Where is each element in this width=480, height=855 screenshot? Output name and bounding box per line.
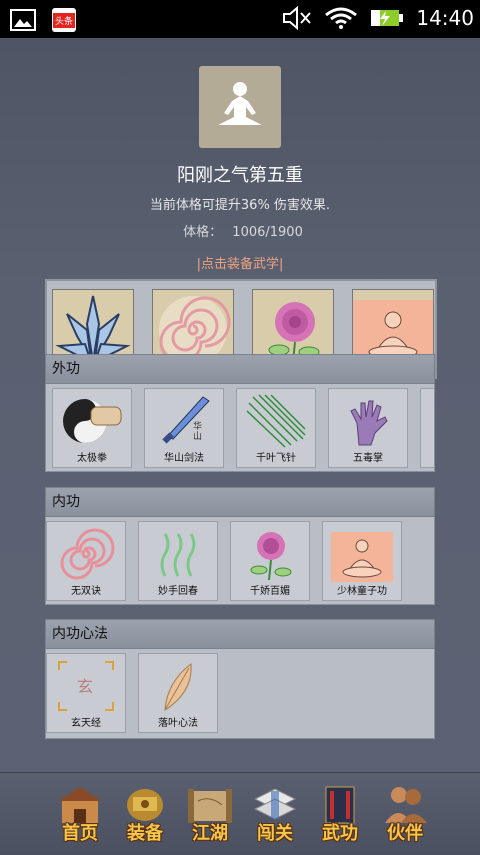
skill-card-qianjiao[interactable]: 千娇百媚 <box>230 521 310 601</box>
svg-text:山: 山 <box>193 431 202 442</box>
sword-icon: 华山 <box>162 396 210 444</box>
cultivation-title: 阳刚之气第五重 <box>177 165 303 186</box>
skill-label: 太极拳 <box>77 453 107 464</box>
taiji-fist-icon <box>63 399 122 443</box>
nav-jianghu[interactable]: 江湖 <box>182 779 238 849</box>
nav-label: 闯关 <box>257 823 293 844</box>
cultivation-description: 当前体格可提升36% 伤害效果. <box>149 198 331 213</box>
section-internal-arts: 内功 无双诀 妙手回春 千娇百媚 少林童子功 <box>45 487 435 605</box>
leaf-icon <box>164 663 192 711</box>
meditating-figure-icon <box>218 82 262 125</box>
healing-waves-icon <box>160 533 196 577</box>
skill-label: 华山剑法 <box>164 453 204 464</box>
nav-home[interactable]: 首页 <box>52 779 108 849</box>
spiral-icon <box>60 528 115 580</box>
rose-icon <box>250 532 292 581</box>
clock: 14:40 <box>416 6 474 30</box>
xuan-scroll-icon: 玄 <box>58 661 114 711</box>
skill-label: 少林童子功 <box>337 586 387 597</box>
battery-charging-icon <box>371 10 404 26</box>
section-header: 外功 <box>45 354 435 384</box>
nav-label: 江湖 <box>192 823 228 844</box>
nav-equipment[interactable]: 装备 <box>117 779 173 849</box>
skill-label: 落叶心法 <box>158 718 198 729</box>
constitution-stat: 体格： 1006/1900 <box>0 221 480 240</box>
news-badge: 头条 <box>52 12 75 28</box>
skill-card-huashan-sword[interactable]: 华山 华山剑法 <box>144 388 224 468</box>
skill-label: 千娇百媚 <box>250 586 290 597</box>
skill-card-luoye[interactable]: 落叶心法 <box>138 653 218 733</box>
nav-wugong[interactable]: 武功 <box>312 779 368 849</box>
equip-martial-arts-link[interactable]: |点击装备武学| <box>0 253 480 272</box>
section-body: 无双诀 妙手回春 千娇百媚 少林童子功 <box>45 517 435 605</box>
svg-text:华: 华 <box>193 420 202 432</box>
status-bar: 头条 14:40 <box>0 0 480 38</box>
nav-label: 装备 <box>127 823 163 844</box>
skill-label: 玄天经 <box>71 718 101 729</box>
skill-label: 无双诀 <box>71 586 101 597</box>
skill-card-miaoshou[interactable]: 妙手回春 <box>138 521 218 601</box>
section-mind-methods: 内功心法 玄 玄天经 落叶心法 <box>45 619 435 739</box>
wugong-screen: 阳刚之气第五重 当前体格可提升36% 伤害效果. 体格： 1006/1900 |… <box>0 38 480 855</box>
skill-card-taiji-fist[interactable]: 太极拳 <box>52 388 132 468</box>
poison-palm-icon <box>350 400 388 446</box>
meditating-monk-icon <box>331 532 393 582</box>
section-external-arts: 外功 太极拳 华山 华山剑法 千叶飞针 五毒掌 <box>45 354 435 472</box>
nav-partners[interactable]: 伙伴 <box>377 779 433 849</box>
skill-card-partial[interactable] <box>420 388 434 468</box>
bottom-nav: 首页 装备 江湖 闯关 武功 伙伴 <box>0 772 480 855</box>
skill-card-xuantian[interactable]: 玄 玄天经 <box>46 653 126 733</box>
needles-icon <box>246 394 306 448</box>
gallery-icon <box>10 9 36 31</box>
constitution-value: 1006/1900 <box>232 225 303 240</box>
nav-label: 伙伴 <box>387 823 423 844</box>
wifi-icon <box>325 7 358 29</box>
skill-label: 妙手回春 <box>158 586 198 597</box>
mute-icon <box>283 6 312 30</box>
constitution-label: 体格： <box>183 225 223 240</box>
cultivation-avatar <box>199 66 281 148</box>
section-header: 内功 <box>45 487 435 517</box>
section-body: 太极拳 华山 华山剑法 千叶飞针 五毒掌 <box>45 384 435 472</box>
skill-card-shaolin-tongzi[interactable]: 少林童子功 <box>322 521 402 601</box>
skill-card-five-poison-palm[interactable]: 五毒掌 <box>328 388 408 468</box>
skill-card-thousand-needles[interactable]: 千叶飞针 <box>236 388 316 468</box>
skill-label: 五毒掌 <box>353 453 383 464</box>
section-body: 玄 玄天经 落叶心法 <box>45 649 435 739</box>
svg-text:玄: 玄 <box>77 677 93 696</box>
nav-chuangguan[interactable]: 闯关 <box>247 779 303 849</box>
nav-label: 首页 <box>62 823 98 844</box>
news-app-icon: 头条 <box>52 8 76 32</box>
section-header: 内功心法 <box>45 619 435 649</box>
nav-label: 武功 <box>322 823 358 844</box>
skill-card-wushuang[interactable]: 无双诀 <box>46 521 126 601</box>
skill-label: 千叶飞针 <box>256 453 296 464</box>
